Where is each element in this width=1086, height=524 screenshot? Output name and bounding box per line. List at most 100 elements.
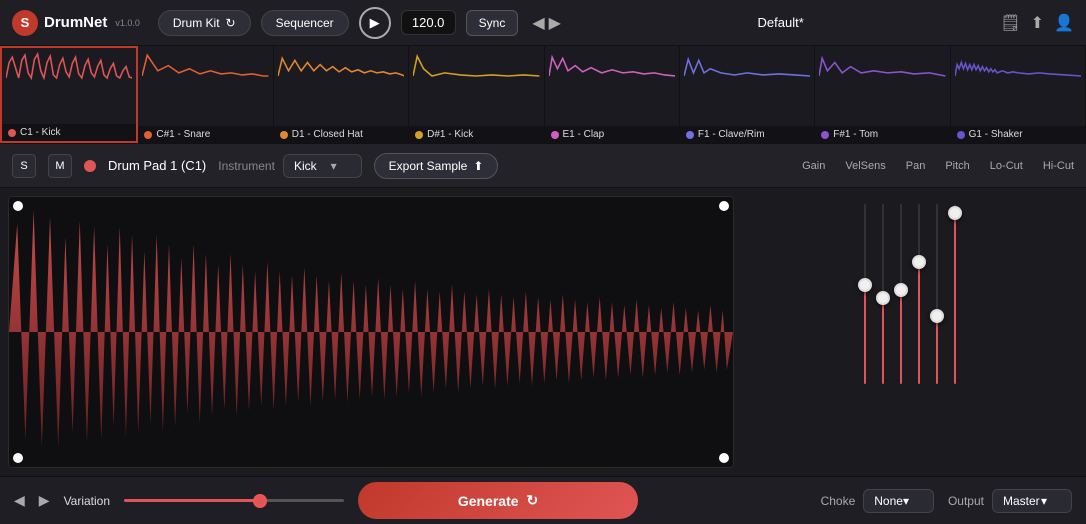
drum-pad-d1sharp[interactable]: D#1 - Kick <box>409 46 544 143</box>
output-label: Output <box>948 494 984 508</box>
handle-tl[interactable] <box>13 201 23 211</box>
knob-label-velsens: VelSens <box>845 160 885 172</box>
variation-next-button[interactable]: ▶ <box>39 492 50 509</box>
choke-arrow-icon: ▾ <box>903 494 909 508</box>
instrument-dropdown[interactable]: Kick ▾ <box>283 154 362 178</box>
hi-cut-slider-track[interactable] <box>954 204 956 384</box>
lo-cut-slider-thumb[interactable] <box>930 309 944 323</box>
velsens-slider-track[interactable] <box>882 204 884 384</box>
drum-pad-f1[interactable]: F1 - Clave/Rim <box>680 46 815 143</box>
logo-area: S DrumNet v1.0.0 <box>12 10 140 36</box>
drum-pad-c1sharp[interactable]: C#1 - Snare <box>138 46 273 143</box>
drum-pad-title: Drum Pad 1 (C1) <box>108 158 206 173</box>
pad-waveform-e1 <box>545 46 679 106</box>
pad-waveform-c1 <box>2 48 136 108</box>
hi-cut-slider-fill <box>954 213 956 384</box>
drum-kit-label: Drum Kit <box>173 16 220 30</box>
nav-arrows: ◀ ▶ <box>532 13 561 33</box>
waveform-svg <box>9 197 733 467</box>
pan-slider-col <box>900 204 902 404</box>
output-section: Output Master ▾ <box>948 489 1072 513</box>
app-version: v1.0.0 <box>115 18 140 28</box>
export-icon[interactable]: ⬆ <box>1031 13 1044 33</box>
variation-track[interactable] <box>124 499 344 502</box>
pitch-slider-track[interactable] <box>918 204 920 384</box>
bpm-display[interactable]: 120.0 <box>401 10 456 35</box>
choke-value: None <box>874 494 903 508</box>
main-area <box>0 188 1086 476</box>
sync-button[interactable]: Sync <box>466 10 519 36</box>
choke-dropdown[interactable]: None ▾ <box>863 489 934 513</box>
prev-button[interactable]: ◀ <box>532 13 544 33</box>
handle-bl[interactable] <box>13 453 23 463</box>
header-icons: 🗒 ⬆ 👤 <box>1000 13 1074 33</box>
hi-cut-slider-thumb[interactable] <box>948 206 962 220</box>
pan-slider-fill <box>900 290 902 384</box>
s-button[interactable]: S <box>12 154 36 178</box>
pad-label-d1: D1 - Closed Hat <box>274 126 408 143</box>
variation-label: Variation <box>64 494 110 508</box>
play-button[interactable]: ▶ <box>359 7 391 39</box>
instrument-select: Instrument Kick ▾ <box>218 154 361 178</box>
export-sample-button[interactable]: Export Sample ⬆ <box>374 153 499 179</box>
output-dropdown[interactable]: Master ▾ <box>992 489 1072 513</box>
knob-labels: Gain VelSens Pan Pitch Lo-Cut Hi-Cut <box>802 160 1074 172</box>
waveform-section <box>8 196 734 468</box>
user-icon[interactable]: 👤 <box>1054 13 1074 33</box>
pad-note-name-f1: F1 - Clave/Rim <box>698 129 765 140</box>
drum-pad-d1[interactable]: D1 - Closed Hat <box>274 46 409 143</box>
pad-note-name-g1: G1 - Shaker <box>969 129 1023 140</box>
knob-label-pitch: Pitch <box>945 160 969 172</box>
drum-pad-e1[interactable]: E1 - Clap <box>545 46 680 143</box>
m-button[interactable]: M <box>48 154 72 178</box>
app-title: DrumNet <box>44 14 107 31</box>
choke-label: Choke <box>821 494 856 508</box>
variation-slider-container[interactable] <box>124 499 344 502</box>
knobs-panel <box>734 188 1086 476</box>
pad-waveform-f1sharp <box>815 46 949 106</box>
pitch-slider-thumb[interactable] <box>912 255 926 269</box>
bottom-bar: ◀ ▶ Variation Generate ↻ Choke None ▾ Ou… <box>0 476 1086 524</box>
pad-waveform-f1 <box>680 46 814 106</box>
pad-note-name-f1sharp: F#1 - Tom <box>833 129 878 140</box>
pad-note-name-c1sharp: C#1 - Snare <box>156 129 210 140</box>
velsens-slider-col <box>882 204 884 404</box>
generate-label: Generate <box>458 493 519 509</box>
generate-button[interactable]: Generate ↻ <box>358 482 638 519</box>
pad-label-f1: F1 - Clave/Rim <box>680 126 814 143</box>
pan-slider-thumb[interactable] <box>894 283 908 297</box>
drum-pad-c1[interactable]: C1 - Kick <box>0 46 138 143</box>
handle-br[interactable] <box>719 453 729 463</box>
instrument-label: Instrument <box>218 159 275 173</box>
next-button[interactable]: ▶ <box>549 13 561 33</box>
lo-cut-slider-col <box>936 204 938 404</box>
sequencer-button[interactable]: Sequencer <box>261 10 349 36</box>
output-value: Master <box>1003 494 1040 508</box>
generate-icon: ↻ <box>527 492 539 509</box>
pad-note-name-e1: E1 - Clap <box>563 129 605 140</box>
pad-label-e1: E1 - Clap <box>545 126 679 143</box>
drum-pad-g1[interactable]: G1 - Shaker <box>951 46 1086 143</box>
knob-label-lo-cut: Lo-Cut <box>990 160 1023 172</box>
lo-cut-slider-track[interactable] <box>936 204 938 384</box>
preset-name[interactable]: Default* <box>571 15 990 30</box>
logo-icon: S <box>12 10 38 36</box>
pan-slider-track[interactable] <box>900 204 902 384</box>
gain-slider-track[interactable] <box>864 204 866 384</box>
gain-slider-thumb[interactable] <box>858 278 872 292</box>
export-icon-small: ⬆ <box>473 159 483 173</box>
sync-label: Sync <box>479 16 506 30</box>
pad-waveform-d1 <box>274 46 408 106</box>
drum-kit-button[interactable]: Drum Kit ↻ <box>158 10 251 36</box>
variation-prev-button[interactable]: ◀ <box>14 492 25 509</box>
pitch-slider-col <box>918 204 920 404</box>
sequencer-label: Sequencer <box>276 16 334 30</box>
play-icon: ▶ <box>370 15 380 31</box>
drum-pad-f1sharp[interactable]: F#1 - Tom <box>815 46 950 143</box>
handle-tr[interactable] <box>719 201 729 211</box>
hi-cut-slider-col <box>954 204 956 404</box>
velsens-slider-thumb[interactable] <box>876 291 890 305</box>
variation-thumb[interactable] <box>253 494 267 508</box>
knob-label-pan: Pan <box>906 160 926 172</box>
save-icon[interactable]: 🗒 <box>1000 13 1020 33</box>
